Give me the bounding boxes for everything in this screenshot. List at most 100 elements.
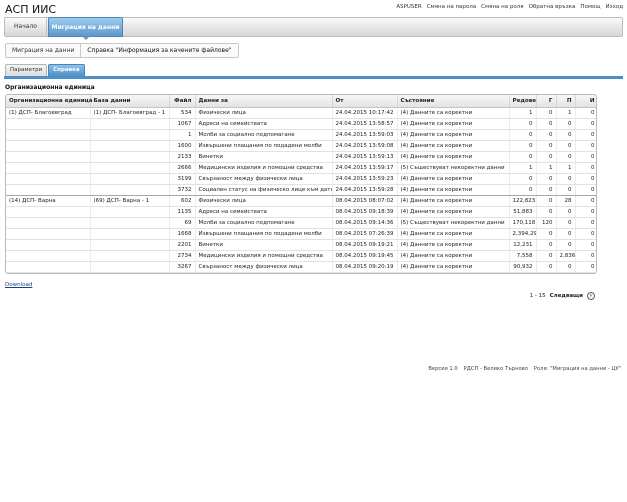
table-row[interactable]: 3199 Свързаност между физически лица 24.04… xyxy=(6,173,596,185)
cell-p: 0 xyxy=(556,140,576,152)
cell-org xyxy=(6,217,91,229)
cell-file: 2734 xyxy=(169,250,196,262)
cell-i: 0 xyxy=(575,184,596,196)
cell-g: 0 xyxy=(536,206,557,218)
breadcrumb-data-migration[interactable]: Миграция на данни xyxy=(6,44,82,57)
table-row[interactable]: (1) ДСП- Благоевград (1) ДСП- Благоевград… xyxy=(6,107,596,119)
cell-rows: 0 xyxy=(509,118,537,130)
col-header-from[interactable]: От xyxy=(332,95,398,108)
cell-from: 08.04.2015 09:19:21 xyxy=(332,239,398,251)
table-row[interactable]: 1668 Извършени плащания по подадени молби… xyxy=(6,228,596,240)
cell-file: 1600 xyxy=(169,140,196,152)
nav-home[interactable]: Начало xyxy=(5,17,47,37)
col-header-file[interactable]: Файл xyxy=(169,95,196,108)
cell-from: 08.04.2015 09:19:45 xyxy=(332,250,398,262)
cell-rows: 7,558 xyxy=(509,250,537,262)
cell-org: (14) ДСП- Варна xyxy=(6,195,91,207)
footer-version: Версия 1.0 xyxy=(428,366,458,372)
tab-report[interactable]: Справка xyxy=(48,64,85,76)
cell-from: 24.04.2015 13:58:57 xyxy=(332,118,398,130)
col-header-data[interactable]: Данни за xyxy=(195,95,333,108)
table-row[interactable]: 1067 Адреси на семействата 24.04.2015 13:5… xyxy=(6,118,596,130)
cell-data: Молби за социално подпомагане xyxy=(195,217,333,229)
cell-rows: 12,231 xyxy=(509,239,537,251)
table-row[interactable]: 69 Молби за социално подпомагане 08.04.201… xyxy=(6,217,596,229)
cell-i: 0 xyxy=(575,239,596,251)
cell-org xyxy=(6,250,91,262)
footer-unit: РДСП - Велико Търново xyxy=(463,366,528,372)
cell-i: 0 xyxy=(575,250,596,262)
section-title: Организационна единица xyxy=(5,84,95,91)
cell-g: 0 xyxy=(536,107,557,119)
col-header-p[interactable]: П xyxy=(556,95,576,108)
table-row[interactable]: 1135 Адреси на семействата 08.04.2015 09:1… xyxy=(6,206,596,218)
table-row[interactable]: 1 Молби за социално подпомагане 24.04.2015… xyxy=(6,129,596,141)
tab-parameters[interactable]: Параметри xyxy=(5,64,48,76)
table-row[interactable]: 1600 Извършени плащания по подадени молби… xyxy=(6,140,596,152)
table-row[interactable]: 2201 Винетки 08.04.2015 09:19:21 (4) Даннит… xyxy=(6,239,596,251)
cell-from: 08.04.2015 08:07:02 xyxy=(332,195,398,207)
feedback-link[interactable]: Обратна връзка xyxy=(529,4,576,10)
cell-data: Физически лица xyxy=(195,107,333,119)
nav-data-migration[interactable]: Миграция на данни xyxy=(48,17,123,40)
cell-file: 1668 xyxy=(169,228,196,240)
cell-data: Свързаност между физически лица xyxy=(195,261,333,273)
cell-p: 1 xyxy=(556,107,576,119)
cell-g: 0 xyxy=(536,129,557,141)
col-header-db[interactable]: База данни xyxy=(90,95,170,108)
cell-i: 0 xyxy=(575,195,596,207)
cell-db xyxy=(90,151,170,163)
cell-data: Медицински изделия и помощни средства xyxy=(195,162,333,174)
report-table: Организационна единица База данни Файл Д… xyxy=(5,94,597,274)
table-row[interactable]: 3732 Социален статус на физическо лице къ… xyxy=(6,184,596,196)
cell-status: (4) Данните са коректни xyxy=(397,184,510,196)
col-header-rows[interactable]: Редове xyxy=(509,95,537,108)
cell-g: 1 xyxy=(536,162,557,174)
cell-i: 0 xyxy=(575,118,596,130)
col-header-g[interactable]: Г xyxy=(536,95,557,108)
cell-db xyxy=(90,173,170,185)
cell-p: 0 xyxy=(556,261,576,273)
change-role-link[interactable]: Смяна на роля xyxy=(481,4,523,10)
cell-g: 0 xyxy=(536,173,557,185)
cell-from: 08.04.2015 07:26:39 xyxy=(332,228,398,240)
breadcrumb-current: Справка "Информация за качените файлове" xyxy=(87,47,232,54)
user-link[interactable]: ASPUSER xyxy=(396,4,421,10)
cell-status: (4) Данните са коректни xyxy=(397,261,510,273)
change-password-link[interactable]: Смяна на парола xyxy=(427,4,476,10)
cell-org xyxy=(6,184,91,196)
cell-org xyxy=(6,228,91,240)
col-header-status[interactable]: Състояние xyxy=(397,95,510,108)
cell-file: 2201 xyxy=(169,239,196,251)
download-link[interactable]: Download xyxy=(5,282,32,288)
cell-file: 69 xyxy=(169,217,196,229)
cell-from: 08.04.2015 09:14:36 xyxy=(332,217,398,229)
pager-next-button[interactable]: Следващи xyxy=(550,293,583,299)
table-row[interactable]: 2666 Медицински изделия и помощни средств… xyxy=(6,162,596,174)
col-header-i[interactable]: И xyxy=(575,95,596,108)
cell-data: Извършени плащания по подадени молби xyxy=(195,228,333,240)
cell-org xyxy=(6,261,91,273)
logout-link[interactable]: Изход xyxy=(606,4,623,10)
chevron-right-icon[interactable]: › xyxy=(587,292,595,300)
cell-status: (4) Данните са коректни xyxy=(397,206,510,218)
cell-i: 0 xyxy=(575,261,596,273)
cell-data: Свързаност между физически лица xyxy=(195,173,333,185)
cell-g: 0 xyxy=(536,118,557,130)
col-header-org[interactable]: Организационна единица xyxy=(6,95,93,108)
cell-org: (1) ДСП- Благоевград xyxy=(6,107,91,119)
cell-db: (69) ДСП- Варна - 1 xyxy=(90,195,170,207)
cell-g: 0 xyxy=(536,239,557,251)
table-row[interactable]: 2734 Медицински изделия и помощни средств… xyxy=(6,250,596,262)
help-link[interactable]: Помощ xyxy=(580,4,600,10)
cell-g: 0 xyxy=(536,151,557,163)
table-row[interactable]: (14) ДСП- Варна (69) ДСП- Варна - 1 602 Физ… xyxy=(6,195,596,207)
cell-status: (4) Данните са коректни xyxy=(397,140,510,152)
tab-underline xyxy=(4,76,623,79)
cell-g: 0 xyxy=(536,195,557,207)
cell-from: 08.04.2015 09:20:19 xyxy=(332,261,398,273)
table-row[interactable]: 3267 Свързаност между физически лица 08.04… xyxy=(6,261,596,273)
cell-from: 24.04.2015 13:59:13 xyxy=(332,151,398,163)
table-row[interactable]: 2133 Винетки 24.04.2015 13:59:13 (4) Даннит… xyxy=(6,151,596,163)
cell-status: (4) Данните са коректни xyxy=(397,173,510,185)
